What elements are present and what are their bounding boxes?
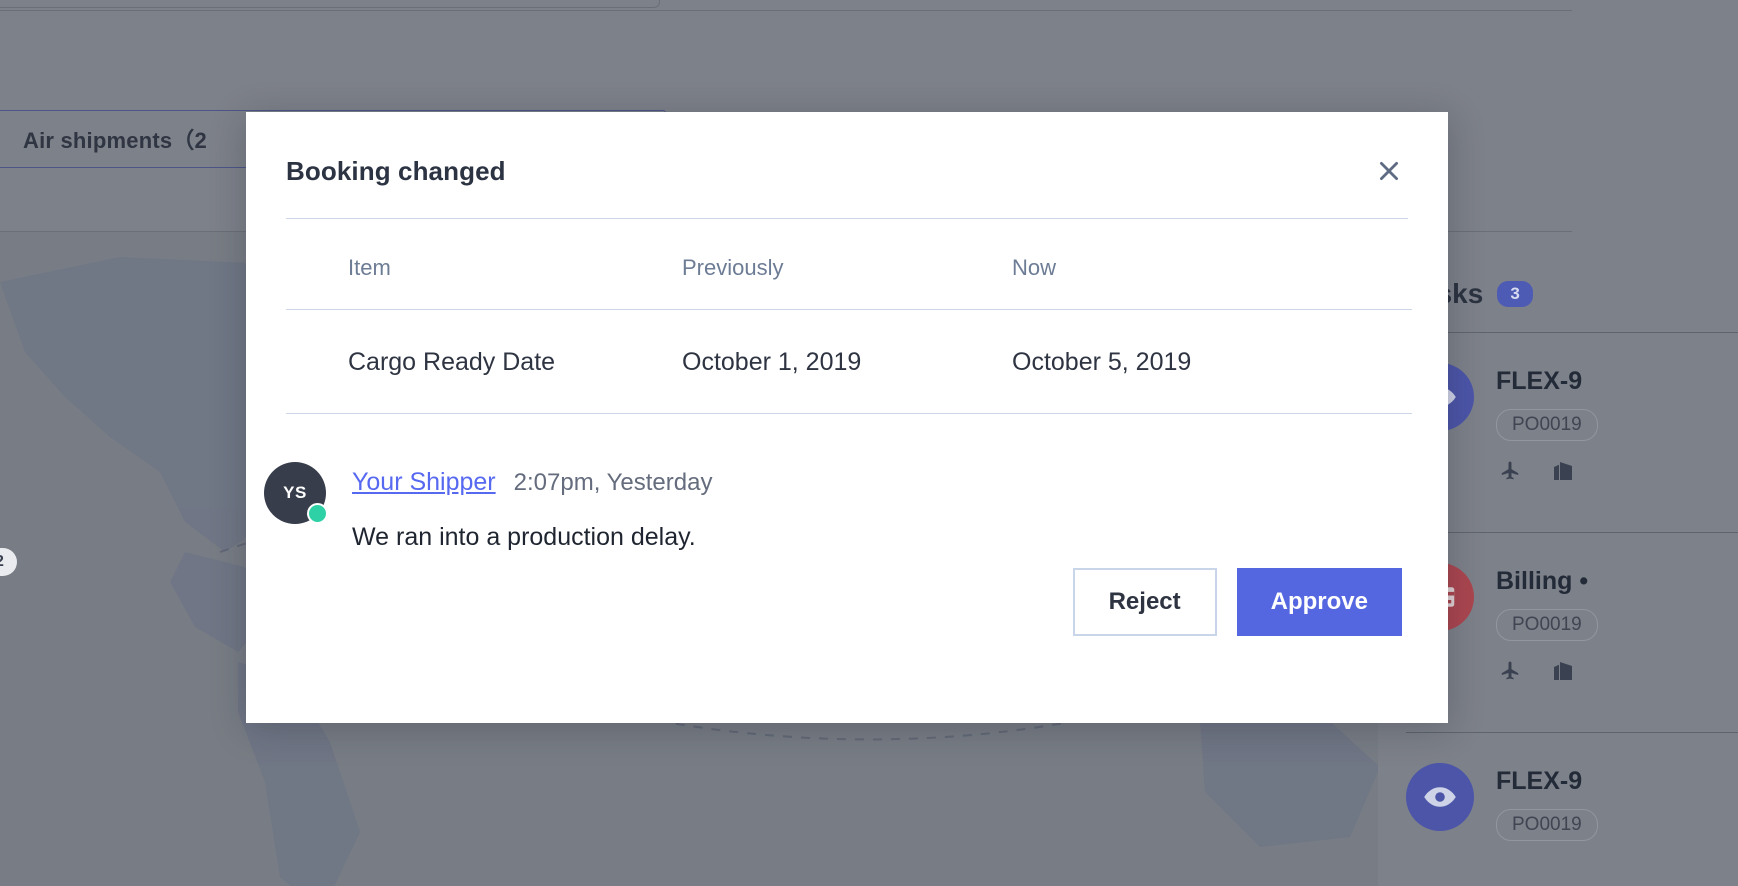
cell-previously: October 1, 2019 (682, 309, 1012, 414)
task-list-item[interactable]: Billing • PO0019 (1406, 533, 1738, 710)
task-title: FLEX-9 (1496, 367, 1583, 395)
comment-content: Your Shipper 2:07pm, Yesterday We ran in… (352, 462, 712, 552)
background-top-card (0, 0, 660, 8)
reject-button[interactable]: Reject (1072, 568, 1217, 636)
comment-meta: Your Shipper 2:07pm, Yesterday (352, 462, 712, 497)
booking-changed-modal: Booking changed Item Previously Now Carg… (246, 112, 1448, 723)
building-icon (1550, 459, 1576, 488)
task-reference-pill: PO0019 (1496, 809, 1598, 841)
cell-now: October 5, 2019 (1012, 309, 1412, 414)
eye-icon (1406, 763, 1474, 831)
task-list-item[interactable]: FLEX-9 PO0019 (1406, 733, 1738, 863)
avatar: YS (264, 462, 328, 524)
background-divider (0, 10, 1572, 11)
comment-timestamp: 2:07pm, Yesterday (513, 469, 713, 496)
task-list-item[interactable]: FLEX-9 PO0019 (1406, 333, 1738, 510)
cell-item: Cargo Ready Date (286, 309, 682, 414)
task-details: FLEX-9 PO0019 (1496, 763, 1598, 841)
modal-title: Booking changed (286, 156, 506, 186)
tasks-count-badge: 3 (1497, 281, 1533, 307)
close-icon[interactable] (1376, 158, 1402, 184)
booking-changes-table: Item Previously Now Cargo Ready Date Oct… (286, 219, 1412, 414)
table-row: Cargo Ready Date October 1, 2019 October… (286, 309, 1412, 414)
task-details: FLEX-9 PO0019 (1496, 363, 1598, 488)
task-title: FLEX-9 (1496, 767, 1583, 795)
approve-button[interactable]: Approve (1236, 568, 1402, 636)
air-shipments-label: Air shipments（2 (23, 128, 207, 153)
online-status-indicator (307, 503, 328, 524)
column-header-now: Now (1012, 219, 1412, 310)
tasks-header: Tasks 3 (1406, 232, 1738, 310)
task-reference-pill: PO0019 (1496, 409, 1598, 441)
table-header-row: Item Previously Now (286, 219, 1412, 310)
comment-text: We ran into a production delay. (352, 523, 696, 551)
task-reference-pill: PO0019 (1496, 609, 1598, 641)
airplane-icon (1496, 659, 1524, 688)
task-mode-icons (1496, 459, 1598, 488)
comment-block: YS Your Shipper 2:07pm, Yesterday We ran… (246, 414, 1448, 552)
airplane-icon (1496, 459, 1524, 488)
building-icon (1550, 659, 1576, 688)
column-header-item: Item (286, 219, 682, 310)
modal-actions: Reject Approve (1072, 568, 1402, 636)
task-mode-icons (1496, 659, 1598, 688)
task-title: Billing • (1496, 567, 1589, 595)
comment-author-link[interactable]: Your Shipper (352, 468, 496, 497)
column-header-previously: Previously (682, 219, 1012, 310)
task-details: Billing • PO0019 (1496, 563, 1598, 688)
modal-header: Booking changed (246, 112, 1448, 187)
